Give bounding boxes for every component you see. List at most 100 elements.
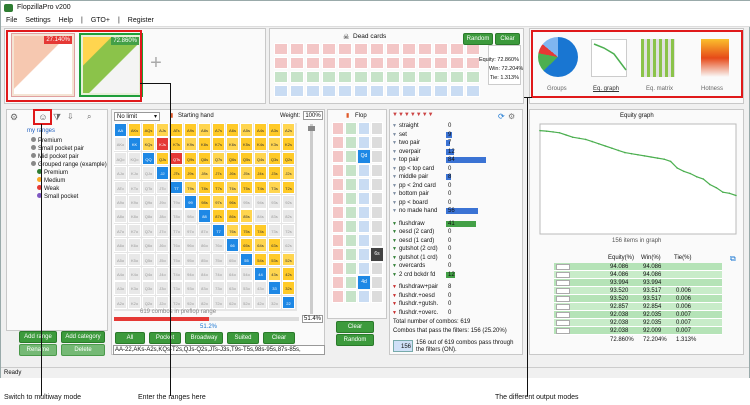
dead-card[interactable] xyxy=(450,71,464,83)
hand-cell[interactable]: QTo xyxy=(142,180,155,195)
flop-card[interactable] xyxy=(332,248,344,261)
flop-card[interactable] xyxy=(332,220,344,233)
hand-cell[interactable]: 64o xyxy=(226,267,239,281)
hand-cell[interactable]: QQ xyxy=(142,151,155,166)
dead-card[interactable] xyxy=(274,43,288,55)
weight-slider-thumb[interactable] xyxy=(308,126,315,131)
flop-card[interactable] xyxy=(345,164,357,177)
hand-cell[interactable]: 73o xyxy=(212,281,225,295)
flop-card[interactable] xyxy=(345,276,357,289)
hand-cell[interactable]: T9s xyxy=(184,180,197,195)
dead-card[interactable] xyxy=(338,57,352,69)
hand-cell[interactable]: A3s xyxy=(268,123,281,137)
hand-cell[interactable]: A7s xyxy=(212,123,225,137)
filter-funnel-icon[interactable]: ▼ xyxy=(392,149,397,155)
dead-card[interactable] xyxy=(290,43,304,55)
stat-row[interactable]: ▼ pp < 2nd card 0 xyxy=(392,182,520,190)
flop-card[interactable] xyxy=(332,192,344,205)
flop-card[interactable] xyxy=(371,178,383,191)
add-category-button[interactable]: Add category xyxy=(61,331,105,343)
hand-cell[interactable]: T8s xyxy=(198,180,211,195)
stat-row[interactable]: ▼ pp < top card 0 xyxy=(392,165,520,173)
hand-cell[interactable]: 22 xyxy=(282,295,295,310)
filter-icon[interactable]: ⧩ xyxy=(53,112,61,123)
menu-item[interactable]: Register xyxy=(128,17,154,24)
selected-flop-card[interactable]: 4d xyxy=(358,276,370,289)
flop-card[interactable] xyxy=(345,248,357,261)
flop-card[interactable] xyxy=(358,262,370,275)
hand-cell[interactable]: KQo xyxy=(128,151,141,166)
hand-cell[interactable]: 88 xyxy=(198,209,211,223)
hand-cell[interactable]: 42s xyxy=(282,267,295,281)
hand-cell[interactable]: Q6s xyxy=(226,151,239,166)
hand-cell[interactable]: A9s xyxy=(184,123,197,137)
dead-card[interactable] xyxy=(338,71,352,83)
filter-funnel-icon[interactable]: ▼ xyxy=(392,140,397,146)
hand-cell[interactable]: A5o xyxy=(114,252,127,267)
dead-card[interactable] xyxy=(306,43,320,55)
hand-cell[interactable]: 76s xyxy=(226,223,239,238)
dead-card[interactable] xyxy=(354,57,368,69)
stat-row[interactable]: ▼ flushdraw+pair 8 xyxy=(392,283,520,291)
flop-card[interactable] xyxy=(345,150,357,163)
hand-cell[interactable]: J8o xyxy=(156,209,169,223)
filter-funnel-icon[interactable]: ▼ xyxy=(392,293,397,299)
tree-item[interactable]: Small pocket xyxy=(37,193,78,200)
dead-card[interactable] xyxy=(290,71,304,83)
hand-cell[interactable]: 86o xyxy=(198,238,211,252)
stat-row[interactable]: ▼ top pair 84 xyxy=(392,156,520,164)
hand-cell[interactable]: KK xyxy=(128,137,141,151)
hand-cell[interactable]: 87o xyxy=(198,223,211,238)
hand-cell[interactable]: AKo xyxy=(114,137,127,151)
dead-card[interactable] xyxy=(418,71,432,83)
hand-cell[interactable]: Q3s xyxy=(268,151,281,166)
hand-cell[interactable]: 44 xyxy=(254,267,267,281)
hand-cell[interactable]: ATs xyxy=(170,123,183,137)
flop-card[interactable] xyxy=(345,290,357,303)
stat-row[interactable]: ▼ pp < board 0 xyxy=(392,199,520,207)
flop-card[interactable] xyxy=(332,164,344,177)
table-row[interactable]: 93.520 93.517 0.006 xyxy=(554,287,722,295)
hand-cell[interactable]: Q4o xyxy=(142,267,155,281)
dead-card[interactable] xyxy=(354,85,368,97)
hand-cell[interactable]: A5s xyxy=(240,123,253,137)
hand-cell[interactable]: KTs xyxy=(170,137,183,151)
hand-cell[interactable]: 53s xyxy=(268,252,281,267)
hand-cell[interactable]: AA xyxy=(114,123,127,137)
selected-flop-card[interactable]: 6s xyxy=(371,248,383,261)
hand-cell[interactable]: J2o xyxy=(156,295,169,310)
hand-cell[interactable]: 32s xyxy=(282,281,295,295)
flop-card[interactable] xyxy=(332,290,344,303)
hand-cell[interactable]: J3s xyxy=(268,166,281,180)
filter-funnel-icon[interactable]: ▼ xyxy=(392,229,397,235)
hand-cell[interactable]: 77 xyxy=(212,223,225,238)
hand-cell[interactable]: K9s xyxy=(184,137,197,151)
hand-cell[interactable]: JJ xyxy=(156,166,169,180)
hand-cell[interactable]: 94s xyxy=(254,195,267,209)
hand-cell[interactable]: J6o xyxy=(156,238,169,252)
hand-cell[interactable]: T7o xyxy=(170,223,183,238)
dead-card[interactable] xyxy=(418,43,432,55)
hand-cell[interactable]: 73s xyxy=(268,223,281,238)
add-player-icon[interactable]: + xyxy=(148,53,164,73)
hand-cell[interactable]: T9o xyxy=(170,195,183,209)
broadway-button[interactable]: Broadway xyxy=(185,332,223,344)
range-text-input[interactable]: AA-22,AKs-A2s,KQs-T2s,QJs-Q2s,JTs-J3s,T9… xyxy=(113,345,325,355)
hand-cell[interactable]: A2o xyxy=(114,295,127,310)
hand-cell[interactable]: Q7o xyxy=(142,223,155,238)
hand-cell[interactable]: Q8s xyxy=(198,151,211,166)
rename-button[interactable]: Rename xyxy=(19,344,57,356)
hand-cell[interactable]: 52o xyxy=(240,295,253,310)
hand-cell[interactable]: T4o xyxy=(170,267,183,281)
hand-cell[interactable]: A7o xyxy=(114,223,127,238)
hand-cell[interactable]: J5s xyxy=(240,166,253,180)
hand-cell[interactable]: T5o xyxy=(170,252,183,267)
hand-cell[interactable]: K4s xyxy=(254,137,267,151)
hand-cell[interactable]: KJo xyxy=(128,166,141,180)
flop-card[interactable] xyxy=(358,290,370,303)
dead-card[interactable] xyxy=(370,43,384,55)
hand-cell[interactable]: J9o xyxy=(156,195,169,209)
flop-card[interactable] xyxy=(371,206,383,219)
hand-cell[interactable]: KJs xyxy=(156,137,169,151)
hand-cell[interactable]: J4o xyxy=(156,267,169,281)
